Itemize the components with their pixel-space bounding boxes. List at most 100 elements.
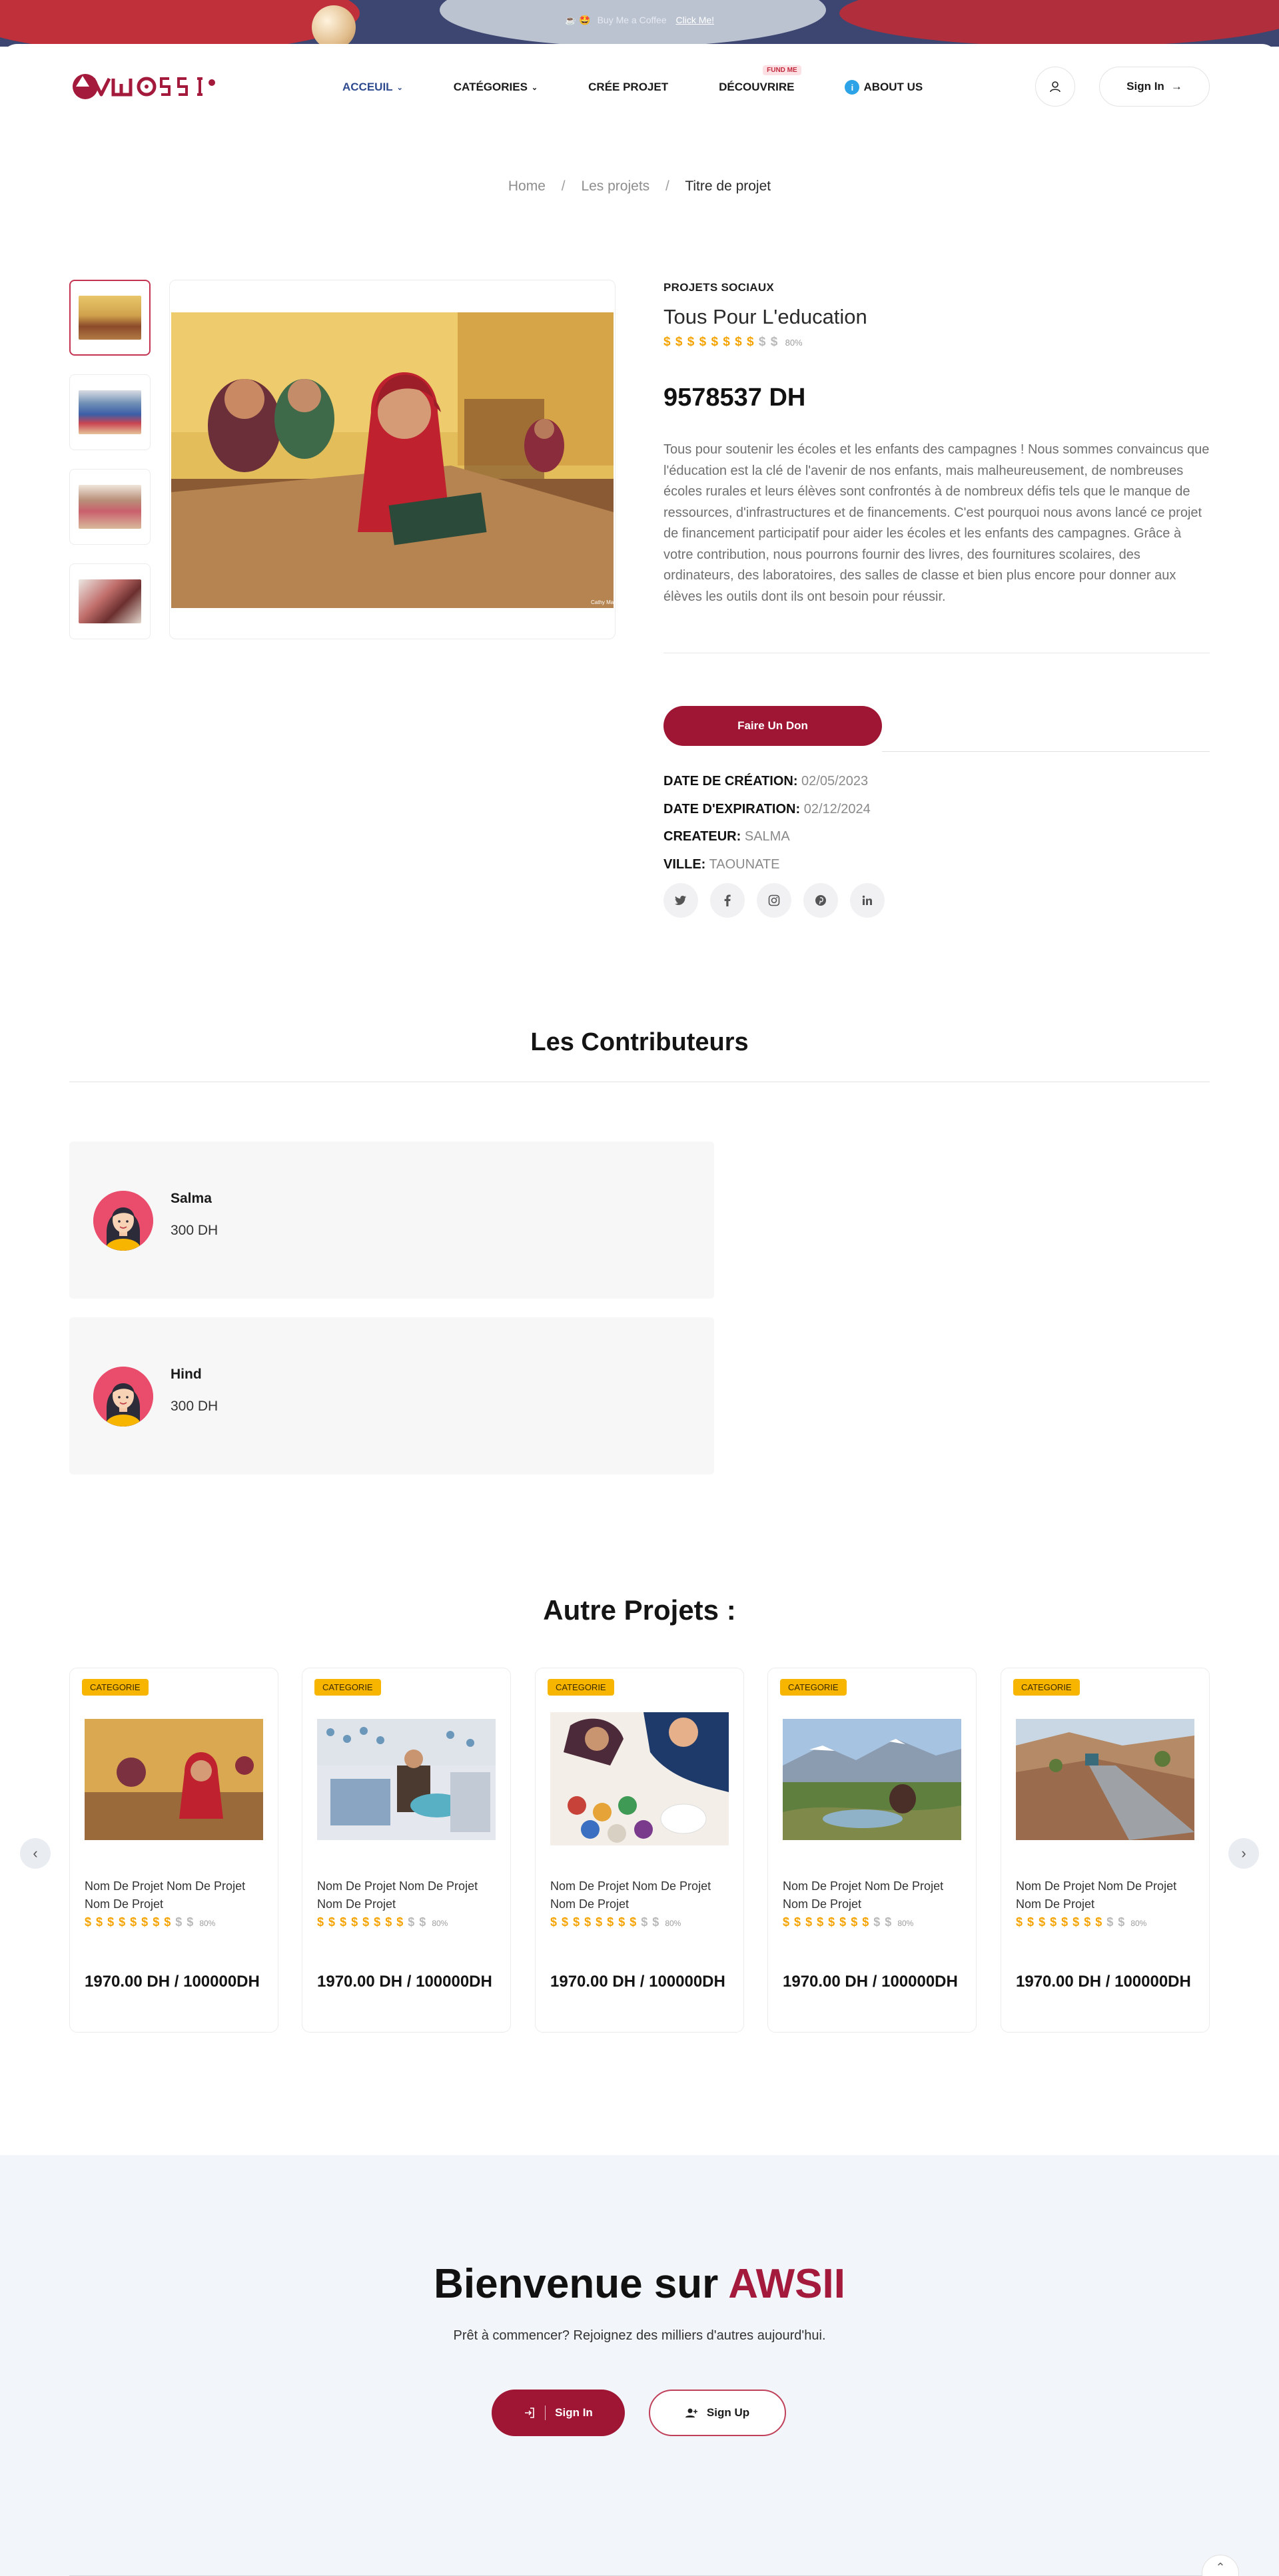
rating-mark-empty: $ bbox=[885, 1915, 893, 1929]
nav-item-categories[interactable]: CATÉGORIES ⌄ bbox=[454, 80, 538, 95]
meta-value: 02/12/2024 bbox=[803, 802, 871, 816]
rating-mark-filled: $ bbox=[1050, 1915, 1058, 1929]
chevron-left-icon: ‹ bbox=[33, 1845, 38, 1861]
thumbnail-image bbox=[79, 390, 141, 434]
promo-text: ☕ 🤩 Buy Me a Coffee Click Me! bbox=[0, 15, 1279, 26]
chevron-right-icon: › bbox=[1241, 1845, 1246, 1861]
rating-percent: 80% bbox=[199, 1919, 216, 1928]
cta-signup-button[interactable]: Sign Up bbox=[649, 2390, 786, 2436]
meta-creation-date: DATE DE CRÉATION: 02/05/2023 bbox=[663, 774, 868, 789]
gallery-thumbnail[interactable] bbox=[69, 374, 151, 450]
meta-creator: CREATEUR: SALMA bbox=[663, 829, 790, 844]
rating-mark-empty: $ bbox=[873, 1915, 881, 1929]
rating-mark-filled: $ bbox=[374, 1915, 382, 1929]
cta-signup-label: Sign Up bbox=[706, 2406, 750, 2419]
project-card-rating: $ $ $ $ $ $ $ $ $ $ 80% bbox=[1016, 1915, 1146, 1929]
nav-label: CATÉGORIES bbox=[453, 81, 528, 93]
rating-mark-filled: $ bbox=[550, 1915, 558, 1929]
coffee-emoji: ☕ 🤩 bbox=[564, 15, 591, 25]
gallery-thumbnail[interactable] bbox=[69, 563, 151, 639]
user-account-button[interactable] bbox=[1035, 67, 1075, 107]
rating-stars: $ $ $ $ $ $ $ $ $ $ bbox=[663, 335, 783, 349]
rating-mark-filled: $ bbox=[85, 1915, 93, 1929]
nav-item-cree-projet[interactable]: CRÉE PROJET bbox=[588, 80, 668, 95]
rating-mark-filled: $ bbox=[1039, 1915, 1047, 1929]
pinterest-icon[interactable] bbox=[803, 883, 838, 918]
instagram-icon[interactable] bbox=[757, 883, 791, 918]
cta-title-prefix: Bienvenue sur bbox=[434, 2261, 719, 2307]
other-projects-title: Autre Projets : bbox=[543, 1594, 736, 1626]
gallery-thumbnail[interactable] bbox=[69, 469, 151, 545]
project-card-name: Nom De Projet Nom De Projet Nom De Proje… bbox=[1016, 1879, 1177, 1911]
rating-mark-empty: $ bbox=[758, 335, 767, 349]
category-badge: CATEGORIE bbox=[82, 1679, 149, 1696]
facebook-icon[interactable] bbox=[710, 883, 745, 918]
rating-mark-filled: $ bbox=[584, 1915, 592, 1929]
project-card-price: 1970.00 DH / 100000DH bbox=[317, 1973, 492, 1991]
linkedin-icon[interactable] bbox=[850, 883, 885, 918]
rating-mark-filled: $ bbox=[1061, 1915, 1069, 1929]
info-icon: i bbox=[845, 80, 860, 95]
carousel-prev-button[interactable]: ‹ bbox=[20, 1838, 51, 1869]
fund-me-badge: FUND ME bbox=[763, 65, 801, 75]
project-card-name: Nom De Projet Nom De Projet Nom De Proje… bbox=[783, 1879, 944, 1911]
rating-mark-empty: $ bbox=[187, 1915, 195, 1929]
category-badge: CATEGORIE bbox=[548, 1679, 614, 1696]
rating-mark-filled: $ bbox=[817, 1915, 825, 1929]
cta-title-brand: AWSII bbox=[728, 2261, 845, 2307]
rating-mark-empty: $ bbox=[408, 1915, 416, 1929]
breadcrumb-projets[interactable]: Les projets bbox=[581, 178, 649, 194]
project-card-rating: $ $ $ $ $ $ $ $ $ $ 80% bbox=[550, 1915, 681, 1929]
signin-button[interactable]: Sign In → bbox=[1099, 67, 1210, 107]
project-title: Tous Pour L'education bbox=[663, 305, 867, 328]
meta-expiration-date: DATE D'EXPIRATION: 02/12/2024 bbox=[663, 802, 871, 817]
rating-mark-filled: $ bbox=[794, 1915, 802, 1929]
rating-stars: $ $ $ $ $ $ $ $ $ $ bbox=[550, 1915, 663, 1929]
donate-button[interactable]: Faire Un Don bbox=[663, 706, 882, 746]
main-image-frame: Cathy Magee bbox=[169, 280, 616, 639]
promo-label: Buy Me a Coffee bbox=[597, 15, 667, 25]
cta-section: Bienvenue sur AWSII Prêt à commencer? Re… bbox=[0, 2155, 1279, 2576]
rating-stars: $ $ $ $ $ $ $ $ $ $ bbox=[317, 1915, 430, 1929]
project-card[interactable]: CATEGORIE Nom De Projet Nom De Projet No… bbox=[302, 1668, 511, 2033]
cta-signin-label: Sign In bbox=[555, 2406, 593, 2419]
breadcrumb-separator: / bbox=[665, 178, 669, 194]
rating-mark-filled: $ bbox=[351, 1915, 359, 1929]
user-plus-icon bbox=[685, 2408, 697, 2417]
site-logo[interactable] bbox=[69, 67, 222, 107]
nav-item-about-us[interactable]: i ABOUT US bbox=[845, 80, 923, 95]
project-card[interactable]: CATEGORIE Nom De Projet Nom De Projet No… bbox=[767, 1668, 977, 2033]
rating-mark-filled: $ bbox=[735, 335, 743, 349]
rating-mark-filled: $ bbox=[385, 1915, 393, 1929]
nav-item-acceuil[interactable]: ACCEUIL ⌄ bbox=[342, 80, 403, 95]
promo-link[interactable]: Click Me! bbox=[676, 15, 715, 25]
project-card[interactable]: CATEGORIE Nom De Projet Nom De Projet No… bbox=[1001, 1668, 1210, 2033]
project-card[interactable]: CATEGORIE Nom De Projet Nom De Projet No… bbox=[535, 1668, 744, 2033]
gallery-thumbnail[interactable] bbox=[69, 280, 151, 356]
cta-signin-button[interactable]: Sign In bbox=[492, 2390, 625, 2436]
image-credit: Cathy Magee bbox=[591, 599, 614, 605]
nav-label: ACCEUIL bbox=[342, 81, 393, 93]
project-card-image bbox=[317, 1719, 496, 1840]
contributor-card: Salma 300 DH bbox=[69, 1141, 714, 1299]
rating-mark-filled: $ bbox=[328, 1915, 336, 1929]
project-card-price: 1970.00 DH / 100000DH bbox=[550, 1973, 725, 1991]
breadcrumb-home[interactable]: Home bbox=[508, 178, 546, 194]
project-card[interactable]: CATEGORIE Nom De Projet Nom De Projet No… bbox=[69, 1668, 278, 2033]
contributor-card: Hind 300 DH bbox=[69, 1317, 714, 1474]
rating-mark-filled: $ bbox=[119, 1915, 127, 1929]
rating-mark-filled: $ bbox=[862, 1915, 870, 1929]
nav-item-decouvrire[interactable]: FUND ME DÉCOUVRIRE bbox=[719, 65, 801, 95]
rating-mark-filled: $ bbox=[1072, 1915, 1080, 1929]
project-amount: 9578537 DH bbox=[663, 384, 806, 412]
rating-percent: 80% bbox=[665, 1919, 681, 1928]
rating-mark-empty: $ bbox=[419, 1915, 427, 1929]
rating-mark-filled: $ bbox=[1095, 1915, 1103, 1929]
rating-mark-filled: $ bbox=[723, 335, 731, 349]
carousel-next-button[interactable]: › bbox=[1228, 1838, 1259, 1869]
rating-mark-empty: $ bbox=[641, 1915, 649, 1929]
thumbnail-image bbox=[79, 296, 141, 340]
project-card-price: 1970.00 DH / 100000DH bbox=[1016, 1973, 1191, 1991]
project-card-price: 1970.00 DH / 100000DH bbox=[85, 1973, 260, 1991]
twitter-icon[interactable] bbox=[663, 883, 698, 918]
